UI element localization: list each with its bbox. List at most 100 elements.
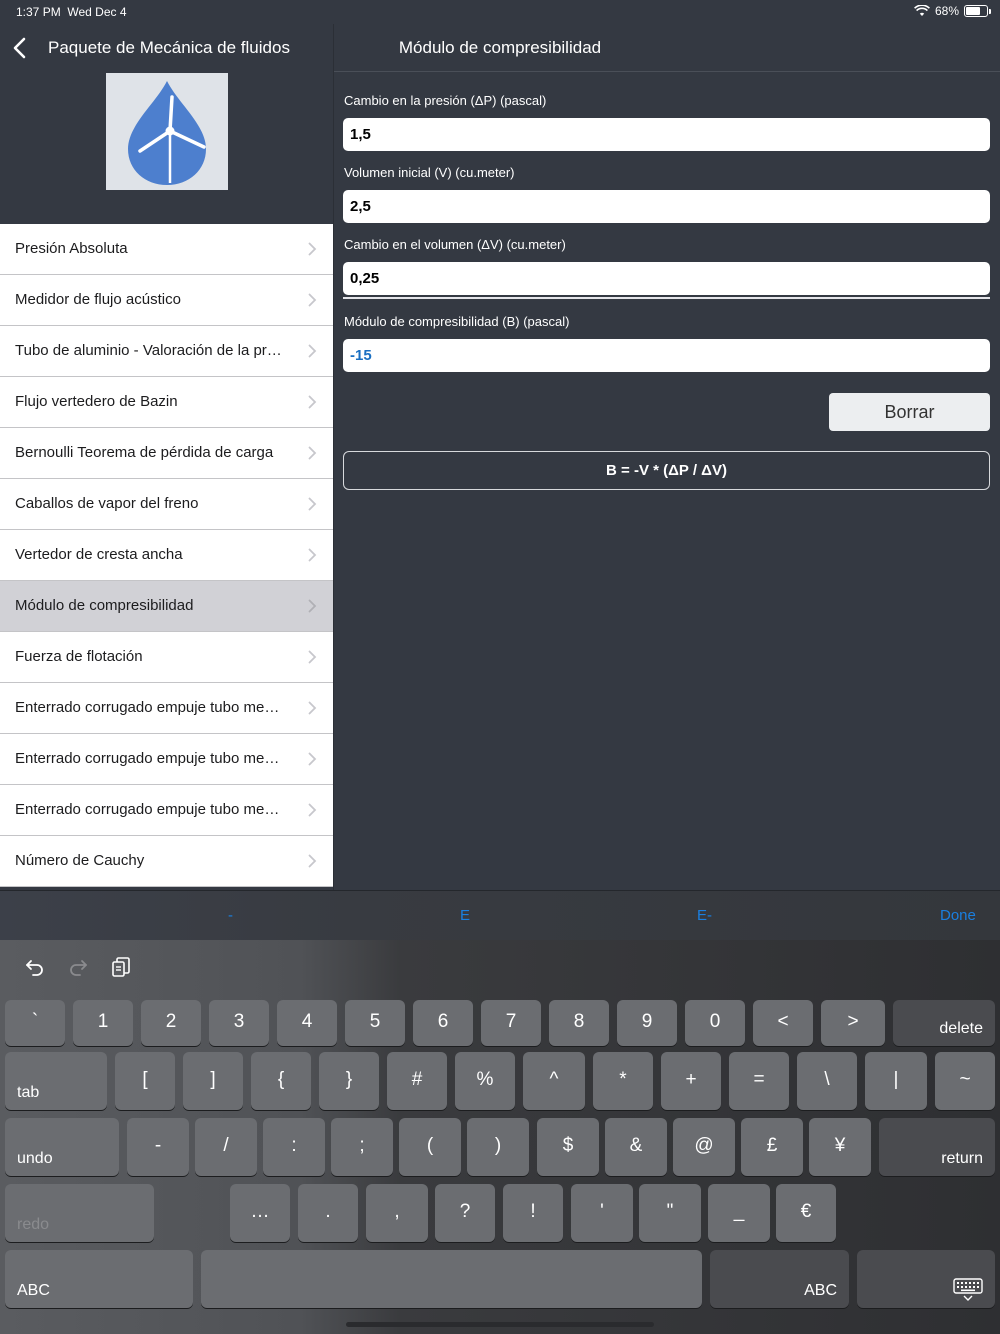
chevron-right-icon <box>308 242 317 256</box>
key-0[interactable]: 0 <box>685 1000 745 1046</box>
list-item[interactable]: Tubo de aluminio - Valoración de la pr… <box>0 326 333 377</box>
key-1[interactable]: 1 <box>73 1000 133 1046</box>
list-item[interactable]: Medidor de flujo acústico <box>0 275 333 326</box>
negative-exponent-button[interactable]: E- <box>697 907 712 924</box>
status-time: 1:37 PM Wed Dec 4 <box>16 5 127 19</box>
onscreen-keyboard: ` 1 2 3 4 5 6 7 8 9 0 < > delete tab [ ]… <box>0 940 1000 1334</box>
space-bar[interactable] <box>201 1250 702 1308</box>
key-5[interactable]: 5 <box>345 1000 405 1046</box>
key-slash[interactable]: / <box>195 1118 257 1176</box>
key-open-brace[interactable]: { <box>251 1052 311 1110</box>
key-pipe[interactable]: | <box>865 1052 927 1110</box>
key-greater-than[interactable]: > <box>821 1000 885 1046</box>
key-4[interactable]: 4 <box>277 1000 337 1046</box>
list-item[interactable]: Presión Absoluta <box>0 224 333 275</box>
key-ellipsis[interactable]: … <box>230 1184 290 1242</box>
initial-volume-input[interactable] <box>343 190 990 223</box>
list-item[interactable]: Número de Cauchy <box>0 836 333 887</box>
chevron-right-icon <box>308 803 317 817</box>
pressure-change-input[interactable] <box>343 118 990 151</box>
chevron-right-icon <box>308 599 317 613</box>
bulk-modulus-label: Módulo de compresibilidad (B) (pascal) <box>344 314 570 329</box>
delete-key[interactable]: delete <box>893 1000 995 1046</box>
master-nav-bar: Paquete de Mecánica de fluidos <box>0 24 333 72</box>
dismiss-keyboard-key[interactable] <box>857 1250 995 1308</box>
key-pound[interactable]: £ <box>741 1118 803 1176</box>
key-underscore[interactable]: _ <box>708 1184 770 1242</box>
list-item[interactable]: Enterrado corrugado empuje tubo me… <box>0 785 333 836</box>
abc-key-right[interactable]: ABC <box>710 1250 849 1308</box>
key-7[interactable]: 7 <box>481 1000 541 1046</box>
nav-divider <box>334 71 1000 72</box>
list-item[interactable]: Caballos de vapor del freno <box>0 479 333 530</box>
key-tilde[interactable]: ~ <box>935 1052 995 1110</box>
back-chevron-icon[interactable] <box>10 36 30 60</box>
key-3[interactable]: 3 <box>209 1000 269 1046</box>
key-plus[interactable]: + <box>661 1052 721 1110</box>
page-title: Módulo de compresibilidad <box>398 38 602 57</box>
key-percent[interactable]: % <box>455 1052 515 1110</box>
key-less-than[interactable]: < <box>753 1000 813 1046</box>
key-6[interactable]: 6 <box>413 1000 473 1046</box>
list-item[interactable]: Enterrado corrugado empuje tubo me… <box>0 734 333 785</box>
list-item[interactable]: Enterrado corrugado empuje tubo me… <box>0 683 333 734</box>
key-9[interactable]: 9 <box>617 1000 677 1046</box>
key-close-brace[interactable]: } <box>319 1052 379 1110</box>
chevron-right-icon <box>308 446 317 460</box>
chevron-right-icon <box>308 752 317 766</box>
results-separator <box>343 297 990 299</box>
key-hash[interactable]: # <box>387 1052 447 1110</box>
volume-change-input[interactable] <box>343 262 990 295</box>
chevron-right-icon <box>308 854 317 868</box>
key-at[interactable]: @ <box>673 1118 735 1176</box>
wifi-icon <box>914 5 930 16</box>
key-asterisk[interactable]: * <box>593 1052 653 1110</box>
key-euro[interactable]: € <box>776 1184 836 1242</box>
key-caret[interactable]: ^ <box>523 1052 585 1110</box>
clear-button[interactable]: Borrar <box>829 393 990 431</box>
key-close-paren[interactable]: ) <box>467 1118 529 1176</box>
key-backtick[interactable]: ` <box>5 1000 65 1046</box>
key-ampersand[interactable]: & <box>605 1118 667 1176</box>
key-equals[interactable]: = <box>729 1052 789 1110</box>
back-button-title[interactable]: Paquete de Mecánica de fluidos <box>48 38 290 58</box>
abc-key-left[interactable]: ABC <box>5 1250 193 1308</box>
chevron-right-icon <box>308 344 317 358</box>
redo-key[interactable]: redo <box>5 1184 154 1242</box>
status-bar: 1:37 PM Wed Dec 4 68% <box>0 0 1000 24</box>
key-open-bracket[interactable]: [ <box>115 1052 175 1110</box>
key-apostrophe[interactable]: ' <box>571 1184 633 1242</box>
key-2[interactable]: 2 <box>141 1000 201 1046</box>
list-item[interactable]: Flujo vertedero de Bazin <box>0 377 333 428</box>
list-item[interactable]: Vertedor de cresta ancha <box>0 530 333 581</box>
minus-button[interactable]: - <box>228 907 233 924</box>
key-semicolon[interactable]: ; <box>331 1118 393 1176</box>
key-close-bracket[interactable]: ] <box>183 1052 243 1110</box>
redo-icon[interactable] <box>67 956 89 978</box>
exponent-button[interactable]: E <box>460 907 470 924</box>
key-dollar[interactable]: $ <box>537 1118 599 1176</box>
undo-icon[interactable] <box>24 956 46 978</box>
undo-key[interactable]: undo <box>5 1118 119 1176</box>
list-item[interactable]: Bernoulli Teorema de pérdida de carga <box>0 428 333 479</box>
list-item[interactable]: Fuerza de flotación <box>0 632 333 683</box>
paste-icon[interactable] <box>110 956 132 978</box>
return-key[interactable]: return <box>879 1118 995 1176</box>
tab-key[interactable]: tab <box>5 1052 107 1110</box>
pressure-change-label: Cambio en la presión (ΔP) (pascal) <box>344 93 547 108</box>
done-button[interactable]: Done <box>940 907 976 924</box>
key-backslash[interactable]: \ <box>797 1052 857 1110</box>
key-8[interactable]: 8 <box>549 1000 609 1046</box>
key-question[interactable]: ? <box>435 1184 495 1242</box>
calculator-list: Presión Absoluta Medidor de flujo acústi… <box>0 224 333 887</box>
key-colon[interactable]: : <box>263 1118 325 1176</box>
key-minus[interactable]: - <box>127 1118 189 1176</box>
key-exclamation[interactable]: ! <box>503 1184 563 1242</box>
key-period[interactable]: . <box>298 1184 358 1242</box>
key-comma[interactable]: , <box>366 1184 428 1242</box>
key-open-paren[interactable]: ( <box>399 1118 461 1176</box>
chevron-right-icon <box>308 293 317 307</box>
list-item-selected[interactable]: Módulo de compresibilidad <box>0 581 333 632</box>
key-quote[interactable]: " <box>639 1184 701 1242</box>
key-yen[interactable]: ¥ <box>809 1118 871 1176</box>
